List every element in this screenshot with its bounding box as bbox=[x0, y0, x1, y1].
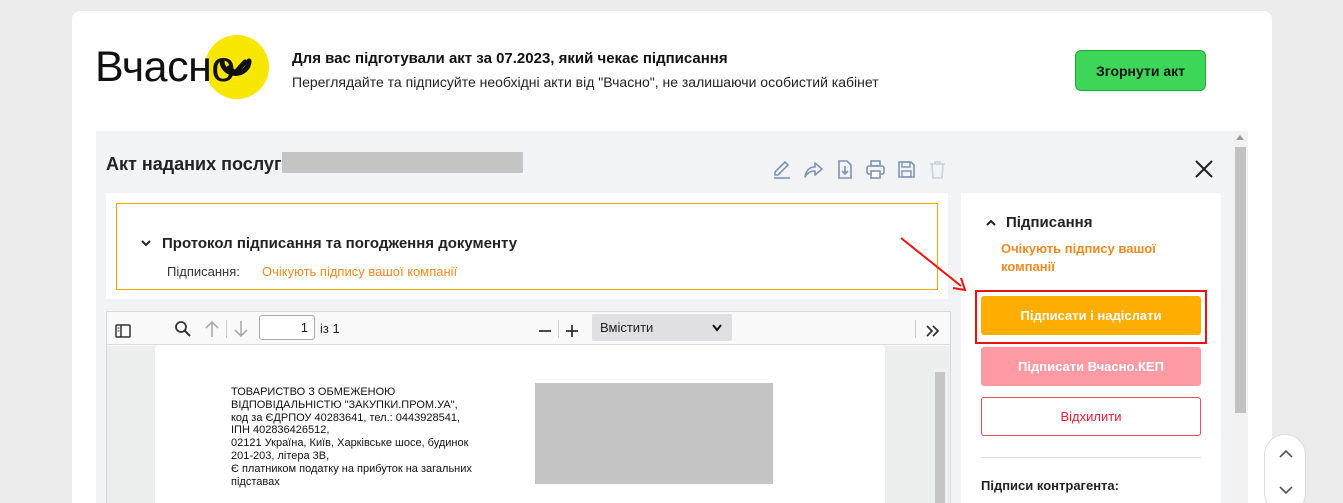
reject-button[interactable]: Відхилити bbox=[981, 397, 1201, 436]
vchasno-logo: Вчасно bbox=[95, 35, 275, 101]
company-line: 201-203, літера 3В, bbox=[231, 449, 330, 462]
banner-subtitle: Переглядайте та підписуйте необхідні акт… bbox=[292, 74, 879, 90]
trash-icon bbox=[927, 159, 948, 180]
redacted-counterparty-block bbox=[535, 383, 773, 484]
collapse-act-button[interactable]: Згорнути акт bbox=[1075, 50, 1206, 91]
toolbar-separator bbox=[226, 320, 227, 338]
scroll-up-icon[interactable] bbox=[1236, 135, 1244, 140]
pdf-viewer: 1 із 1 Вмістити ТОВАРИСТВО З ОБМЕЖЕНОЮ В… bbox=[106, 311, 951, 503]
zoom-out-icon[interactable] bbox=[537, 321, 553, 341]
next-page-icon[interactable] bbox=[233, 319, 249, 339]
previous-page-icon[interactable] bbox=[204, 319, 220, 339]
protocol-signing-status: Очікують підпису вашої компанії bbox=[262, 264, 458, 279]
banner-title: Для вас підготували акт за 07.2023, який… bbox=[292, 50, 728, 67]
protocol-signing-label: Підписання: bbox=[167, 264, 240, 279]
signing-panel: Підписання Очікують підпису вашої компан… bbox=[961, 193, 1221, 503]
zoom-select-value: Вмістити bbox=[600, 320, 654, 335]
company-line: ВІДПОВІДАЛЬНІСТЮ "ЗАКУПКИ.ПРОМ.УА", bbox=[231, 398, 458, 411]
edit-icon[interactable] bbox=[772, 159, 793, 180]
share-icon[interactable] bbox=[803, 159, 824, 180]
pdf-page: ТОВАРИСТВО З ОБМЕЖЕНОЮ ВІДПОВІДАЛЬНІСТЮ … bbox=[155, 346, 885, 503]
chevron-down-icon[interactable] bbox=[141, 238, 151, 248]
company-line: ІПН 402836426512, bbox=[231, 424, 330, 437]
chevron-down-icon bbox=[712, 324, 722, 332]
company-line: ТОВАРИСТВО З ОБМЕЖЕНОЮ bbox=[231, 386, 396, 398]
search-icon[interactable] bbox=[174, 319, 192, 339]
more-tools-icon[interactable] bbox=[925, 321, 941, 341]
toolbar-separator bbox=[558, 320, 559, 338]
pdf-body: ТОВАРИСТВО З ОБМЕЖЕНОЮ ВІДПОВІДАЛЬНІСТЮ … bbox=[107, 346, 950, 503]
redacted-document-number bbox=[282, 152, 523, 173]
zoom-in-icon[interactable] bbox=[564, 321, 580, 341]
page-scrollbar-thumb[interactable] bbox=[1235, 147, 1246, 413]
annotation-arrow-icon bbox=[900, 237, 967, 292]
scroll-to-top-icon[interactable] bbox=[1278, 449, 1294, 459]
signing-status: Очікують підпису вашої компанії bbox=[1001, 241, 1156, 274]
company-line: підставах bbox=[231, 475, 280, 488]
toolbar-separator bbox=[915, 320, 916, 338]
document-toolbar bbox=[772, 159, 948, 180]
sign-kep-button[interactable]: Підписати Вчасно.КЕП bbox=[981, 347, 1201, 386]
zoom-select[interactable]: Вмістити bbox=[592, 314, 732, 341]
pdf-toolbar: 1 із 1 Вмістити bbox=[107, 312, 950, 345]
document-title: Акт наданих послуг: bbox=[106, 154, 288, 174]
chevron-up-icon[interactable] bbox=[985, 217, 997, 229]
divider bbox=[981, 457, 1201, 458]
download-icon[interactable] bbox=[834, 159, 855, 180]
signing-heading[interactable]: Підписання bbox=[1006, 214, 1093, 231]
protocol-box: Протокол підписання та погодження докуме… bbox=[116, 203, 938, 290]
pdf-scrollbar[interactable] bbox=[933, 368, 947, 503]
page-scrollbar[interactable] bbox=[1233, 131, 1248, 503]
floating-scroll-nav bbox=[1264, 434, 1306, 503]
page-count: із 1 bbox=[320, 321, 340, 336]
page-number-input[interactable]: 1 bbox=[259, 315, 315, 340]
company-line: Є платником податку на прибуток на загал… bbox=[231, 462, 472, 475]
company-line: 02121 Україна, Київ, Харківське шосе, бу… bbox=[231, 437, 469, 450]
company-details: ТОВАРИСТВО З ОБМЕЖЕНОЮ ВІДПОВІДАЛЬНІСТЮ … bbox=[231, 386, 491, 488]
document-viewer: Акт наданих послуг: Протокол підписання … bbox=[96, 131, 1233, 503]
print-icon[interactable] bbox=[865, 159, 886, 180]
sign-and-send-button[interactable]: Підписати і надіслати bbox=[981, 296, 1201, 335]
counterparty-signatures-label: Підписи контрагента: bbox=[981, 478, 1119, 493]
close-icon[interactable] bbox=[1192, 157, 1216, 181]
protocol-section: Протокол підписання та погодження докуме… bbox=[106, 193, 948, 299]
logo-text: Вчасно bbox=[95, 43, 235, 91]
protocol-heading[interactable]: Протокол підписання та погодження докуме… bbox=[162, 235, 517, 252]
sidebar-toggle-icon[interactable] bbox=[115, 321, 131, 341]
pdf-scrollbar-thumb[interactable] bbox=[935, 372, 945, 503]
scroll-to-bottom-icon[interactable] bbox=[1278, 485, 1294, 495]
company-line: код за ЄДРПОУ 40283641, тел.: 0443928541… bbox=[231, 411, 461, 424]
save-icon[interactable] bbox=[896, 159, 917, 180]
